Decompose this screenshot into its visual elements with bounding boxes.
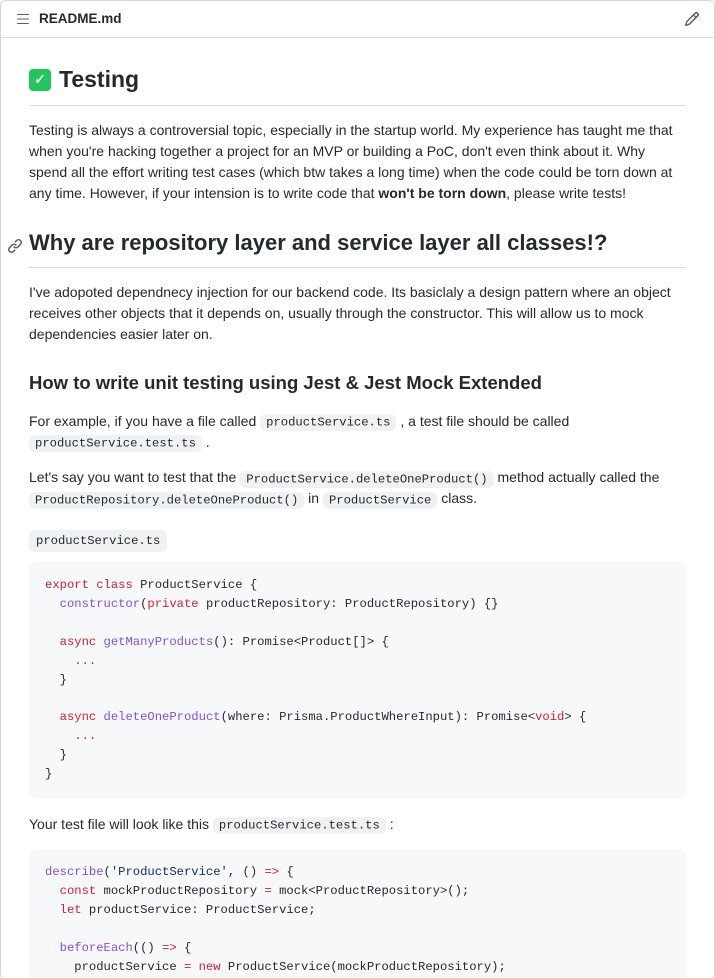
code-file-label: productService.ts bbox=[29, 530, 167, 552]
lets-say-paragraph: Let's say you want to test that the Prod… bbox=[29, 467, 686, 510]
your-test-paragraph: Your test file will look like this produ… bbox=[29, 814, 686, 835]
pencil-icon[interactable] bbox=[684, 11, 700, 27]
code-block-service: export class ProductService { constructo… bbox=[29, 562, 686, 798]
example-paragraph: For example, if you have a file called p… bbox=[29, 411, 686, 454]
page-title-text: Testing bbox=[59, 62, 139, 97]
why-paragraph: I've adopoted dependnecy injection for o… bbox=[29, 282, 686, 345]
code-inline: productService.ts bbox=[260, 414, 396, 431]
code-inline: ProductRepository.deleteOneProduct() bbox=[29, 492, 304, 509]
page-title: ✓ Testing bbox=[29, 62, 686, 106]
code-block-test: describe('ProductService', () => { const… bbox=[29, 849, 686, 978]
file-header: README.md bbox=[1, 1, 714, 38]
intro-paragraph: Testing is always a controversial topic,… bbox=[29, 120, 686, 204]
heading-howto: How to write unit testing using Jest & J… bbox=[29, 369, 686, 397]
code-inline: ProductService bbox=[323, 492, 437, 509]
list-icon[interactable] bbox=[15, 11, 31, 27]
code-inline: ProductService.deleteOneProduct() bbox=[240, 471, 493, 488]
link-icon[interactable] bbox=[7, 230, 23, 263]
checkmark-icon: ✓ bbox=[29, 69, 51, 91]
readme-body: ✓ Testing Testing is always a controvers… bbox=[1, 38, 714, 978]
code-inline: productService.test.ts bbox=[213, 817, 386, 834]
heading-why-classes: Why are repository layer and service lay… bbox=[29, 226, 686, 268]
file-name: README.md bbox=[39, 9, 122, 29]
code-inline: productService.test.ts bbox=[29, 435, 202, 452]
